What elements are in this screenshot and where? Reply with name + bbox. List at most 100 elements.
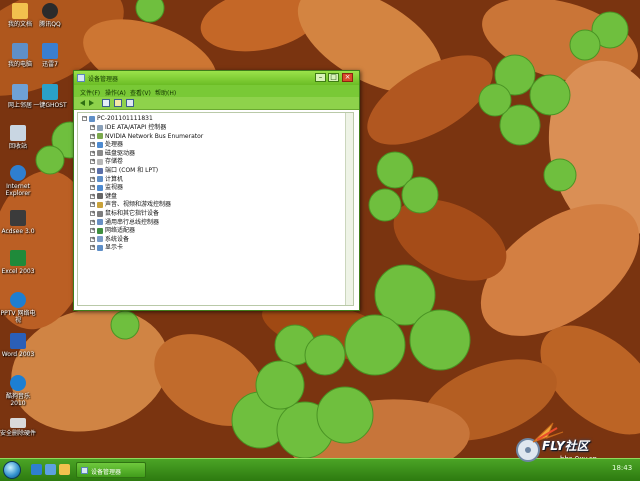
expand-icon[interactable]: + [90,168,95,173]
window-title: 设备管理器 [88,76,119,83]
fly-logo-graphic [516,422,564,462]
network-icon [12,84,28,100]
expand-icon[interactable]: + [90,193,95,199]
expand-icon[interactable]: + [90,159,95,165]
tree-item[interactable]: + 端口 (COM 和 LPT) [90,167,158,175]
device-category-icon [97,141,103,148]
tree-item[interactable]: + 磁盘驱动器 [90,150,135,158]
toolbar [74,97,359,110]
menu-action[interactable]: 操作(A) [105,88,126,97]
tree-item[interactable]: + NVIDIA Network Bus Enumerator [90,133,203,141]
tree-item-label: NVIDIA Network Bus Enumerator [105,132,204,140]
computer-icon [12,43,28,59]
desktop-icon-word[interactable]: Word 2003 [0,333,36,358]
tree-item[interactable]: + 系统设备 [90,236,129,244]
safely-remove-hardware-icon [10,418,26,428]
device-category-icon [97,184,103,191]
vertical-scrollbar[interactable] [345,113,353,305]
device-manager-icon [81,467,88,474]
desktop-icon-ghost[interactable]: 一键GHOST [32,84,68,109]
tree-item[interactable]: + 键盘 [90,193,117,201]
collapse-icon[interactable]: − [82,116,87,121]
tree-item-label: 计算机 [105,175,124,183]
desktop-icon-thunder[interactable]: 迅雷7 [32,43,68,68]
properties-icon[interactable] [102,99,110,107]
device-category-icon [97,158,103,165]
forward-icon[interactable] [88,99,96,107]
computer-icon [89,115,95,122]
device-tree[interactable]: − PC-201101111831 + IDE ATA/ATAPI 控制器 + NVID… [77,112,354,306]
tree-item[interactable]: + 监视器 [90,184,123,192]
expand-icon[interactable]: + [90,211,95,216]
tree-root[interactable]: − PC-201101111831 [82,115,153,123]
expand-icon[interactable]: + [90,219,95,225]
tree-item[interactable]: + 鼠标和其它指针设备 [90,210,159,218]
expand-icon[interactable]: + [90,202,95,208]
minimize-button[interactable]: – [315,73,326,82]
ghost-icon [42,84,58,100]
help-icon[interactable] [114,99,122,107]
desktop-icon-qq[interactable]: 腾讯QQ [32,3,68,28]
qq-penguin-icon [42,3,58,19]
excel-icon [10,250,26,266]
expand-icon[interactable]: + [90,150,95,156]
device-category-icon [97,201,103,208]
desktop-icon-recycle-bin[interactable]: 回收站 [0,125,36,150]
close-button[interactable]: × [342,73,353,82]
menu-bar: 文件(F) 操作(A) 查看(V) 帮助(H) [74,85,359,97]
tree-item-label: 端口 (COM 和 LPT) [105,167,159,174]
thunder-bird-icon [42,43,58,59]
tree-item[interactable]: + 声音、视频和游戏控制器 [90,201,171,209]
desktop-icon-ie[interactable]: Internet Explorer [0,165,36,197]
expand-icon[interactable]: + [90,176,95,182]
ie-quick-icon[interactable] [45,464,56,475]
explorer-quick-icon[interactable] [59,464,70,475]
tree-item[interactable]: + 计算机 [90,176,123,184]
tree-item[interactable]: + 显示卡 [90,244,123,252]
device-category-icon [97,176,103,183]
recycle-bin-icon [10,125,26,141]
tree-item-label: 处理器 [105,141,124,149]
expand-icon[interactable]: + [90,125,95,130]
desktop-icon-excel[interactable]: Excel 2003 [0,250,36,275]
tree-item[interactable]: + IDE ATA/ATAPI 控制器 [90,124,166,132]
taskbar-button-device-manager[interactable]: 设备管理器 [76,462,146,478]
kugou-icon [10,375,26,391]
show-desktop-icon[interactable] [31,464,42,475]
desktop-icon-safely-remove[interactable]: 安全删除硬件 [0,418,36,437]
device-manager-window[interactable]: 设备管理器 – □ × 文件(F) 操作(A) 查看(V) 帮助(H) − PC-… [73,70,360,311]
expand-icon[interactable]: + [90,142,95,148]
desktop-icon-kugou[interactable]: 酷狗音乐 2010 [0,375,36,407]
start-button[interactable] [3,461,21,479]
device-category-icon [97,227,103,234]
menu-view[interactable]: 查看(V) [130,88,151,97]
device-category-icon [97,210,103,217]
device-category-icon [97,193,103,200]
tree-item-label: 通用串行总线控制器 [105,218,160,226]
tree-item-label: 监视器 [105,184,124,192]
tree-item[interactable]: + 通用串行总线控制器 [90,219,159,227]
desktop-icon-pptv[interactable]: PPTV 网络电视 [0,292,36,324]
desktop-icon-acdsee[interactable]: Acdsee 3.0 [0,210,36,235]
device-category-icon [97,219,103,226]
scan-icon[interactable] [126,99,134,107]
tree-item-label: 鼠标和其它指针设备 [105,210,160,217]
back-icon[interactable] [78,99,86,107]
tree-item[interactable]: + 存储卷 [90,158,123,166]
menu-file[interactable]: 文件(F) [80,88,100,97]
device-category-icon [97,244,103,251]
folder-documents-icon [12,3,28,19]
tree-item[interactable]: + 网络适配器 [90,227,135,235]
expand-icon[interactable]: + [90,133,95,139]
device-category-icon [97,124,103,131]
menu-help[interactable]: 帮助(H) [155,88,176,97]
tree-item-label: 声音、视频和游戏控制器 [105,201,172,209]
expand-icon[interactable]: + [90,245,95,251]
window-titlebar[interactable]: 设备管理器 – □ × [74,71,359,85]
expand-icon[interactable]: + [90,228,95,234]
tree-item-label: 系统设备 [105,235,130,243]
expand-icon[interactable]: + [90,185,95,191]
tree-item[interactable]: + 处理器 [90,141,123,149]
maximize-button[interactable]: □ [328,73,339,82]
expand-icon[interactable]: + [90,236,95,242]
